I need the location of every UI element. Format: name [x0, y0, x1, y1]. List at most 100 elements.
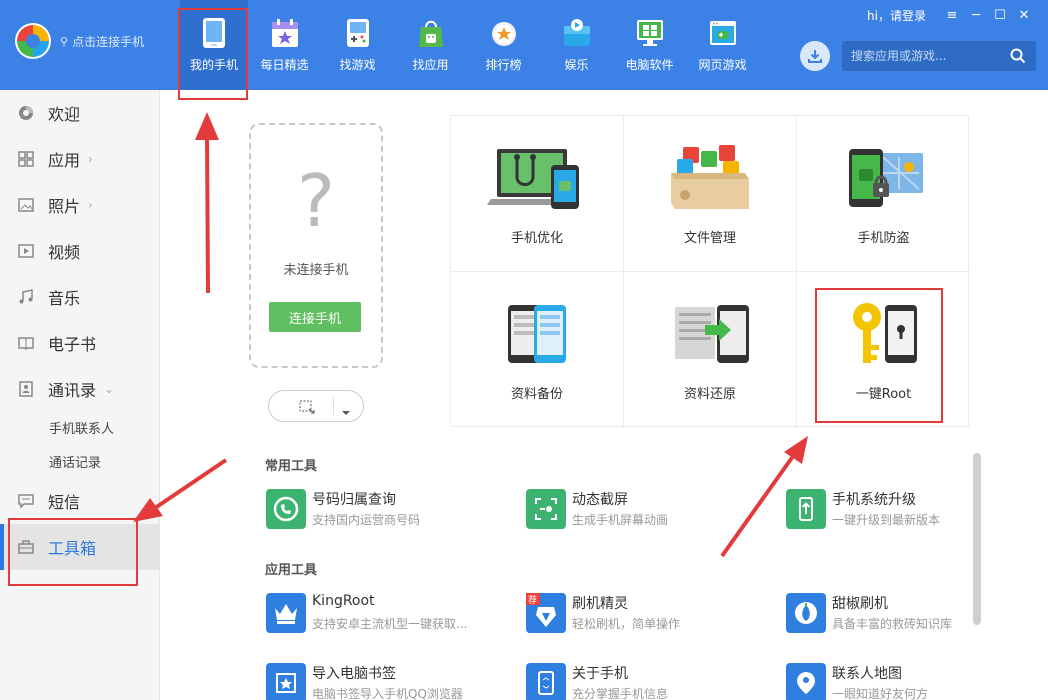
- search-input[interactable]: [842, 49, 1002, 63]
- annotation-box-my-phone: [178, 8, 248, 100]
- search-icon[interactable]: [1010, 48, 1026, 68]
- feature-anti-theft[interactable]: 手机防盗: [797, 116, 970, 272]
- sidebar-item-welcome[interactable]: 欢迎: [0, 90, 160, 136]
- tool-desc: 电脑书签导入手机QQ浏览器: [312, 687, 463, 700]
- app-logo-icon: [14, 22, 52, 60]
- tool-import-bookmarks[interactable]: 导入电脑书签 电脑书签导入手机QQ浏览器: [266, 660, 496, 700]
- sidebar-item-label: 短信: [48, 493, 81, 512]
- feature-phone-optimize[interactable]: 手机优化: [451, 116, 624, 272]
- contacts-icon: [18, 381, 34, 397]
- sidebar-subitem-call-log[interactable]: 通话记录: [49, 452, 101, 471]
- question-mark-icon: ?: [296, 159, 336, 243]
- tool-desc: 轻松刷机，简单操作: [572, 617, 681, 631]
- tool-name: 动态截屏: [572, 492, 628, 508]
- maximize-icon[interactable]: ☐: [988, 8, 1012, 23]
- tool-desc: 一眼知道好友何方: [832, 687, 929, 700]
- nav-pc-software[interactable]: 电脑软件: [613, 0, 686, 90]
- map-pin-icon: [786, 663, 826, 700]
- sidebar-item-videos[interactable]: 视频: [0, 228, 160, 274]
- header-bar: ⚲ 点击连接手机 我的手机 每日精选 找游戏 找应用 排行榜 娱乐 电脑软件 网…: [0, 0, 1048, 90]
- screen-capture-icon: [526, 489, 566, 529]
- sweet-pepper-icon: [786, 593, 826, 633]
- tool-contacts-map[interactable]: 联系人地图 一眼知道好友何方: [786, 660, 1016, 700]
- tool-desc: 充分掌握手机信息: [572, 687, 669, 700]
- tool-dynamic-screenshot[interactable]: 动态截屏 生成手机屏幕动画: [526, 486, 756, 530]
- sidebar-item-label: 音乐: [48, 289, 81, 308]
- tool-desc: 支持国内运营商号码: [312, 513, 421, 527]
- file-manager-icon: [624, 138, 796, 218]
- entertainment-icon: [561, 17, 593, 49]
- sidebar-item-contacts[interactable]: 通讯录 ⌄: [0, 366, 160, 412]
- nav-web-games[interactable]: 网页游戏: [686, 0, 759, 90]
- flash-wizard-icon: 荐: [526, 593, 566, 633]
- calendar-star-icon: [269, 17, 301, 49]
- nav-daily-picks[interactable]: 每日精选: [248, 0, 321, 90]
- phone-status-card: ? 未连接手机 连接手机: [249, 123, 383, 368]
- sidebar-item-ebooks[interactable]: 电子书: [0, 320, 160, 366]
- split-divider: [333, 397, 334, 415]
- chevron-down-icon: ⌄: [104, 382, 115, 396]
- restore-icon: [624, 294, 796, 374]
- tool-desc: 支持安卓主流机型一键获取...: [312, 617, 468, 631]
- gamepad-icon: [342, 17, 374, 49]
- feature-label: 资料备份: [510, 387, 563, 402]
- tool-name: 甜椒刷机: [832, 596, 888, 612]
- dropdown-arrow-icon[interactable]: [341, 402, 351, 421]
- tool-name: 关于手机: [572, 666, 628, 682]
- apps-grid-icon: [18, 151, 34, 167]
- web-game-icon: [707, 17, 739, 49]
- upgrade-phone-icon: [786, 489, 826, 529]
- sidebar: 欢迎 应用 › 照片 › 视频 音乐 电子书 通讯录 ⌄ 手机联系人 通话记录 …: [0, 90, 160, 700]
- screenshot-button[interactable]: [268, 390, 364, 422]
- backup-icon: [451, 294, 623, 374]
- phone-info-icon: [526, 663, 566, 700]
- nav-find-apps[interactable]: 找应用: [394, 0, 467, 90]
- nav-ranking[interactable]: 排行榜: [467, 0, 540, 90]
- login-link[interactable]: hi，请登录: [867, 7, 926, 24]
- computer-icon: [634, 17, 666, 49]
- connect-phone-button[interactable]: 连接手机: [269, 302, 361, 332]
- tool-sweet-pepper-flash[interactable]: 甜椒刷机 具备丰富的救砖知识库: [786, 590, 1016, 634]
- sidebar-item-label: 欢迎: [48, 105, 81, 124]
- sidebar-item-label: 视频: [48, 243, 81, 262]
- connect-phone-link[interactable]: ⚲ 点击连接手机: [60, 33, 144, 50]
- tool-system-upgrade[interactable]: 手机系统升级 一键升级到最新版本: [786, 486, 1016, 530]
- feature-backup[interactable]: 资料备份: [451, 272, 624, 428]
- sidebar-item-music[interactable]: 音乐: [0, 274, 160, 320]
- menu-icon[interactable]: ≡: [940, 8, 964, 23]
- nav-find-games[interactable]: 找游戏: [321, 0, 394, 90]
- chevron-right-icon: ›: [88, 198, 93, 212]
- sidebar-item-label: 电子书: [48, 335, 97, 354]
- tool-number-lookup[interactable]: 号码归属查询 支持国内运营商号码: [266, 486, 496, 530]
- search-box: [842, 41, 1036, 71]
- tool-desc: 一键升级到最新版本: [832, 513, 941, 527]
- feature-label: 文件管理: [683, 231, 736, 246]
- sidebar-item-photos[interactable]: 照片 ›: [0, 182, 160, 228]
- sidebar-subitem-phone-contacts[interactable]: 手机联系人: [49, 418, 114, 437]
- tool-flash-wizard[interactable]: 荐 刷机精灵 轻松刷机，简单操作: [526, 590, 756, 634]
- sidebar-item-apps[interactable]: 应用 ›: [0, 136, 160, 182]
- feature-restore[interactable]: 资料还原: [624, 272, 797, 428]
- kingroot-crown-icon: [266, 593, 306, 633]
- medal-icon: [488, 17, 520, 49]
- anti-theft-icon: [797, 138, 970, 218]
- feature-file-manager[interactable]: 文件管理: [624, 116, 797, 272]
- tool-name: 导入电脑书签: [312, 666, 396, 682]
- photo-icon: [18, 197, 34, 213]
- nav-label: 每日精选: [260, 58, 309, 72]
- brand: ⚲ 点击连接手机: [14, 22, 144, 60]
- nav-label: 找应用: [412, 58, 449, 72]
- sms-icon: [18, 493, 34, 509]
- nav-label: 电脑软件: [625, 58, 674, 72]
- close-icon[interactable]: ✕: [1012, 8, 1036, 23]
- tool-name: 手机系统升级: [832, 492, 916, 508]
- nav-entertainment[interactable]: 娱乐: [540, 0, 613, 90]
- tool-kingroot[interactable]: KingRoot 支持安卓主流机型一键获取...: [266, 590, 496, 634]
- nav-label: 娱乐: [564, 58, 589, 72]
- minimize-icon[interactable]: ─: [964, 8, 988, 23]
- tool-about-phone[interactable]: 关于手机 充分掌握手机信息: [526, 660, 756, 700]
- nav-label: 网页游戏: [698, 58, 747, 72]
- vertical-scrollbar[interactable]: [973, 453, 981, 625]
- video-icon: [18, 243, 34, 259]
- download-icon[interactable]: [800, 41, 830, 71]
